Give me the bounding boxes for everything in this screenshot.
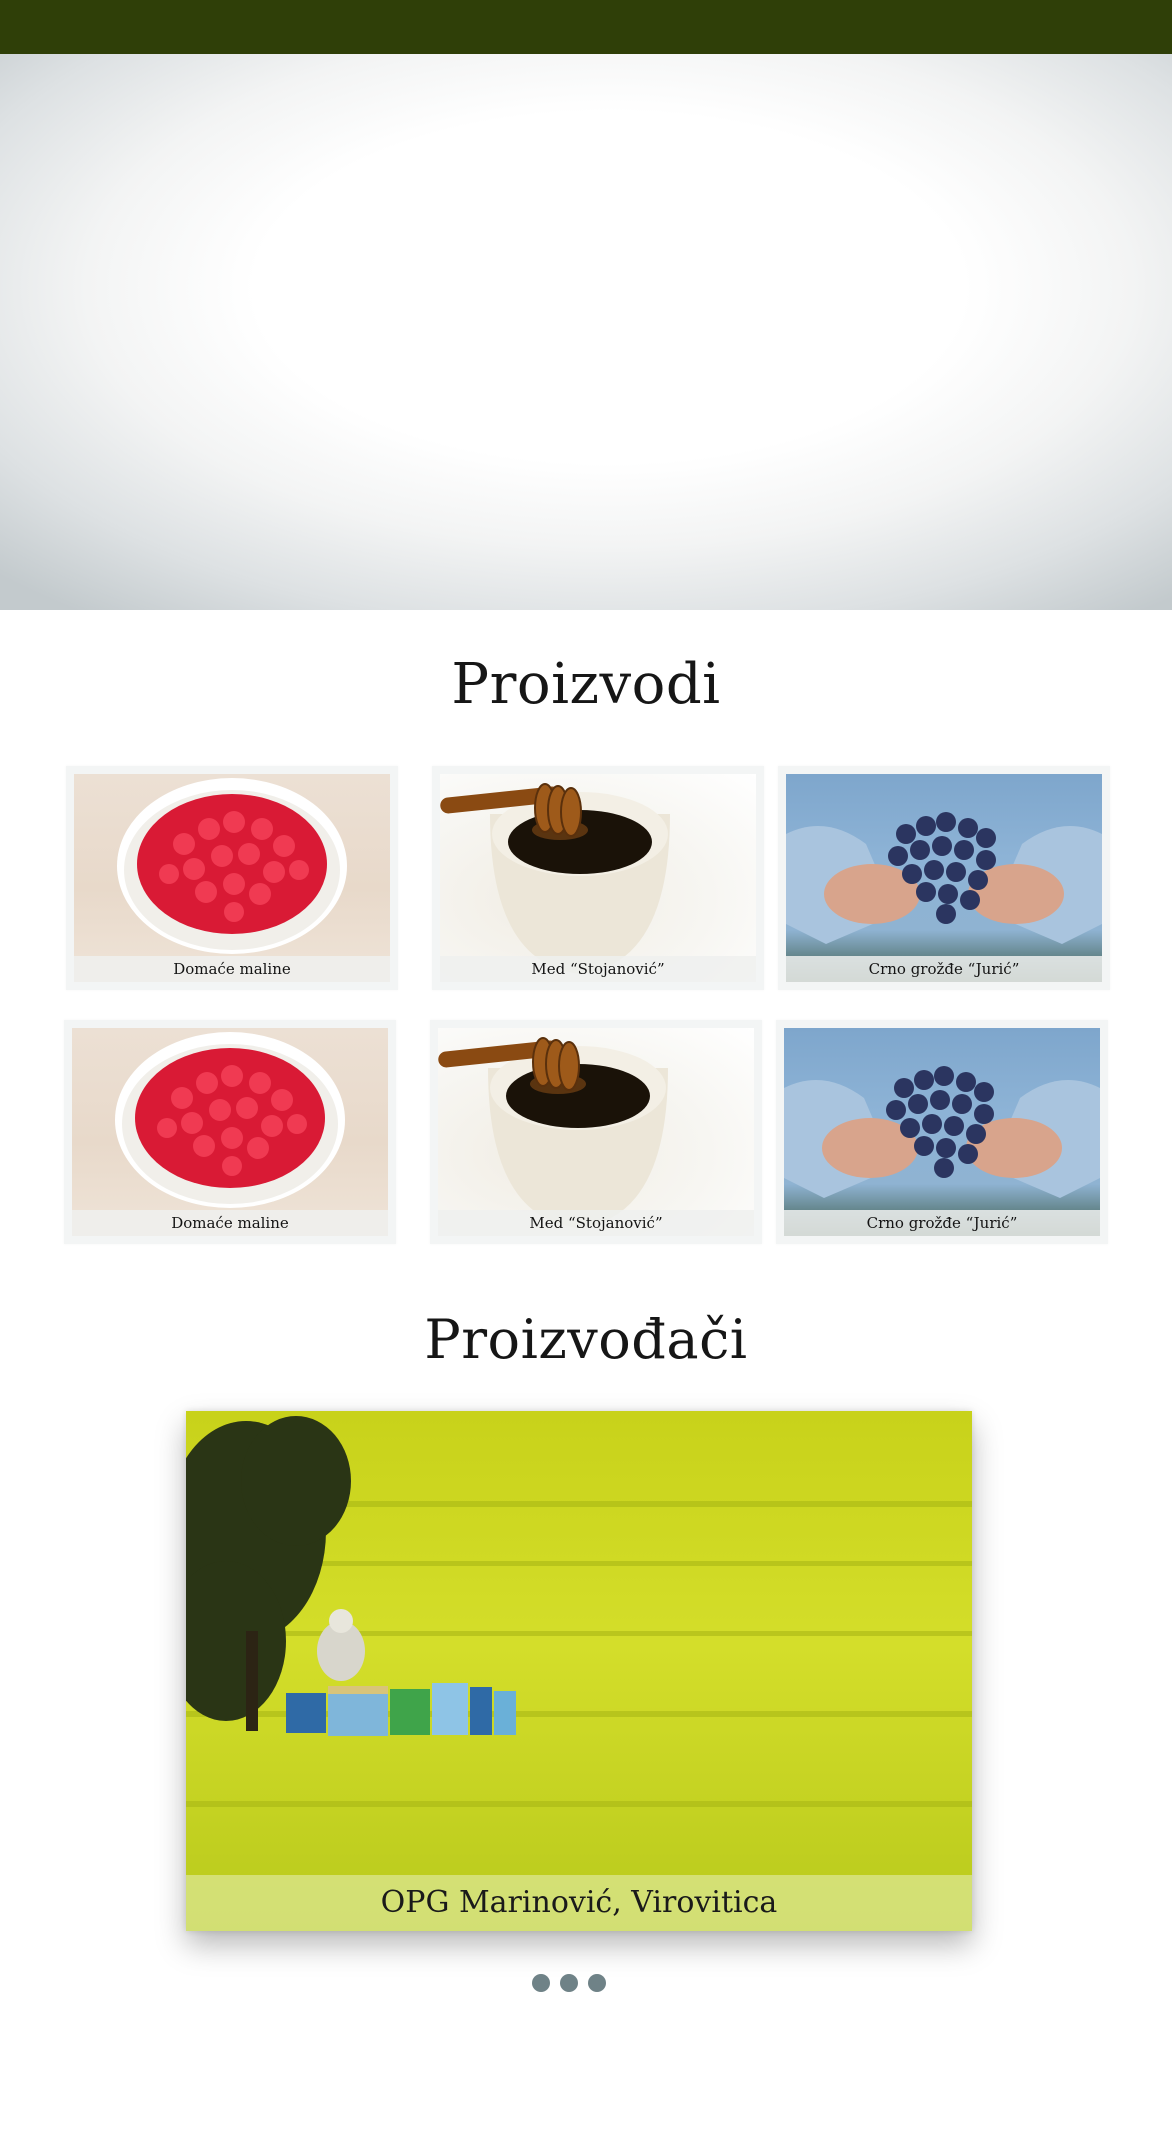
product-caption: Domaće maline	[72, 1210, 388, 1236]
product-card-grapes[interactable]: Crno grožđe “Jurić”	[778, 766, 1110, 990]
honey-photo: Med “Stojanović”	[440, 774, 756, 982]
product-caption: Domaće maline	[74, 956, 390, 982]
product-card-grapes[interactable]: Crno grožđe “Jurić”	[776, 1020, 1108, 1244]
carousel-dot-3[interactable]	[588, 1974, 606, 1992]
top-nav-bar	[0, 0, 1172, 54]
product-caption: Med “Stojanović”	[438, 1210, 754, 1236]
producer-caption: OPG Marinović, Virovitica	[186, 1875, 972, 1931]
product-card-honey[interactable]: Med “Stojanović”	[432, 766, 764, 990]
raspberries-photo: Domaće maline	[72, 1028, 388, 1236]
honey-photo: Med “Stojanović”	[438, 1028, 754, 1236]
producer-slide[interactable]: OPG Marinović, Virovitica	[186, 1411, 972, 1931]
product-card-raspberries[interactable]: Domaće maline	[64, 1020, 396, 1244]
products-section-title: Proizvodi	[451, 652, 721, 717]
product-card-honey[interactable]: Med “Stojanović”	[430, 1020, 762, 1244]
grapes-photo: Crno grožđe “Jurić”	[784, 1028, 1100, 1236]
carousel-dot-1[interactable]	[532, 1974, 550, 1992]
producers-section-title: Proizvođači	[424, 1308, 748, 1371]
carousel-pagination	[528, 1974, 608, 1994]
product-caption: Med “Stojanović”	[440, 956, 756, 982]
hero-banner	[0, 54, 1172, 610]
product-card-raspberries[interactable]: Domaće maline	[66, 766, 398, 990]
carousel-dot-2[interactable]	[560, 1974, 578, 1992]
grapes-photo: Crno grožđe “Jurić”	[786, 774, 1102, 982]
product-caption: Crno grožđe “Jurić”	[786, 956, 1102, 982]
product-caption: Crno grožđe “Jurić”	[784, 1210, 1100, 1236]
rapeseed-field-beehives-photo	[186, 1411, 972, 1931]
raspberries-photo: Domaće maline	[74, 774, 390, 982]
